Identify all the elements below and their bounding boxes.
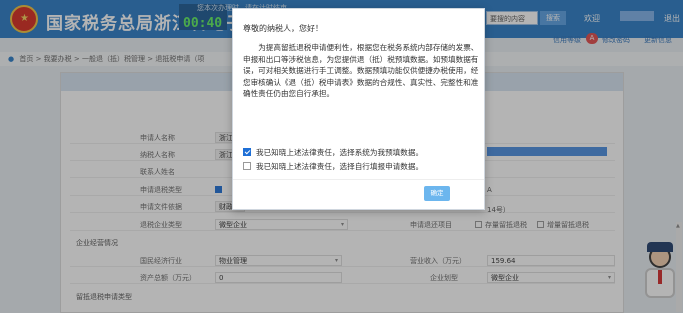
option-system-prefill-label: 我已知晓上述法律责任，选择系统为我预填数据。 (256, 148, 424, 157)
notice-dialog: 尊敬的纳税人，您好！ 为提高留抵退税申请便利性，根据您在税务系统内部存储的发票、… (232, 8, 485, 210)
option-system-prefill[interactable]: 我已知晓上述法律责任，选择系统为我预填数据。 (243, 147, 423, 158)
option-self-fill-label: 我已知晓上述法律责任，选择自行填报申请数据。 (256, 162, 424, 171)
checkbox-checked-icon[interactable] (243, 148, 251, 156)
dialog-paragraph: 为提高留抵退税申请便利性，根据您在税务系统内部存储的发票、申报和出口等涉税信息，… (243, 43, 479, 98)
confirm-button[interactable]: 确定 (424, 186, 450, 201)
dialog-greeting: 尊敬的纳税人，您好！ (243, 24, 323, 33)
checkbox-unchecked-icon[interactable] (243, 162, 251, 170)
option-self-fill[interactable]: 我已知晓上述法律责任，选择自行填报申请数据。 (243, 161, 423, 172)
dialog-divider (233, 179, 484, 180)
